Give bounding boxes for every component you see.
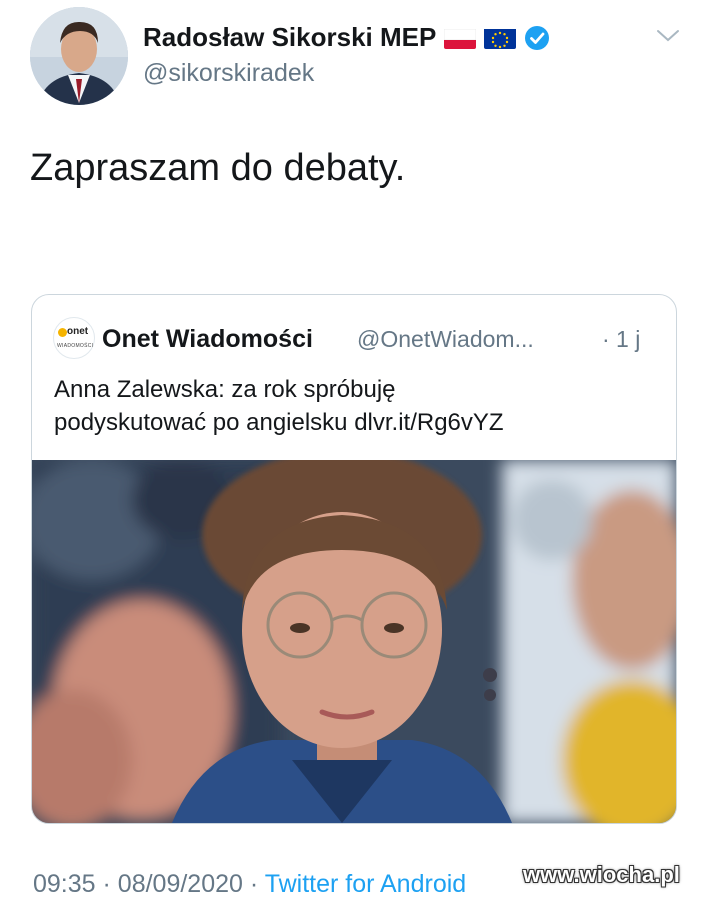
tweet-source-link[interactable]: Twitter for Android [265,870,466,898]
onet-logo-dot-icon [58,328,67,337]
quoted-text-line-1: Anna Zalewska: za rok spróbuję [54,376,396,403]
quoted-author-name[interactable]: Onet Wiadomości [102,325,313,354]
meta-separator-2: · [249,870,259,898]
photo-image [32,460,676,823]
tweet-date[interactable]: 08/09/2020 [118,870,243,898]
tweet-text: Zapraszam do debaty. [30,147,406,189]
quoted-tweet-text: Anna Zalewska: za rok spróbuję podyskuto… [54,373,664,439]
watermark: www.wiocha.pl [523,862,680,887]
author-handle[interactable]: @sikorskiradek [143,59,314,88]
poland-flag-icon [444,27,477,49]
author-name-row[interactable]: Radosław Sikorski MEP [143,22,550,53]
author-name[interactable]: Radosław Sikorski MEP [143,22,436,53]
author-avatar[interactable] [30,7,128,105]
quoted-text-line-2[interactable]: podyskutować po angielsku dlvr.it/Rg6vYZ [54,406,664,439]
tweet-time[interactable]: 09:35 [33,870,96,898]
eu-flag-icon [484,27,517,49]
author-avatar-image [30,7,128,105]
verified-badge-icon [524,25,550,51]
quoted-avatar-text: onet [67,326,89,337]
quoted-avatar-subtext: WIADOMOŚCI [57,343,94,349]
quoted-tweet-card[interactable]: onet WIADOMOŚCI Onet Wiadomości @OnetWia… [31,294,677,824]
tweet-meta: 09:35 · 08/09/2020 · Twitter for Android [33,870,466,899]
quoted-avatar[interactable]: onet WIADOMOŚCI [53,317,95,359]
meta-separator-1: · [102,870,111,898]
chevron-down-icon[interactable] [656,28,680,44]
quoted-time: · 1 j [602,326,641,352]
quoted-author-handle[interactable]: @OnetWiadom... [357,326,534,353]
quoted-tweet-photo[interactable] [32,460,676,823]
